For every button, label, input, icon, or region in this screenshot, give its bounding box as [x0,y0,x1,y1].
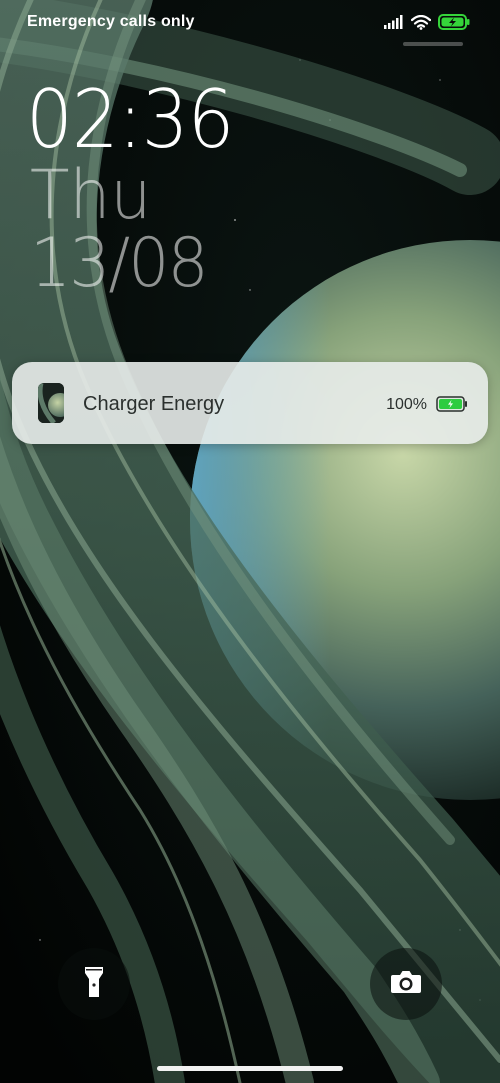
notification-title: Charger Energy [83,393,225,415]
lockscreen-day: Thu [30,156,152,235]
wifi-icon [411,14,431,30]
flashlight-button[interactable] [58,948,130,1020]
status-icons [384,12,470,32]
battery-charging-icon [436,396,468,412]
flashlight-icon [84,966,104,1002]
carrier-status-text: Emergency calls only [27,13,195,30]
control-center-handle[interactable] [403,42,463,46]
charger-notification[interactable]: Charger Energy 100% [12,362,488,444]
camera-icon [390,969,422,999]
camera-button[interactable] [370,948,442,1020]
status-bar: Emergency calls only [0,0,500,46]
lockscreen-time: 02:36 [26,73,234,166]
charger-energy-app-icon [38,383,64,423]
battery-percent: 100% [386,396,427,413]
lockscreen-date: 13/08 [30,224,209,303]
battery-charging-icon [438,14,470,30]
signal-icon [384,15,404,29]
home-indicator[interactable] [157,1066,343,1071]
